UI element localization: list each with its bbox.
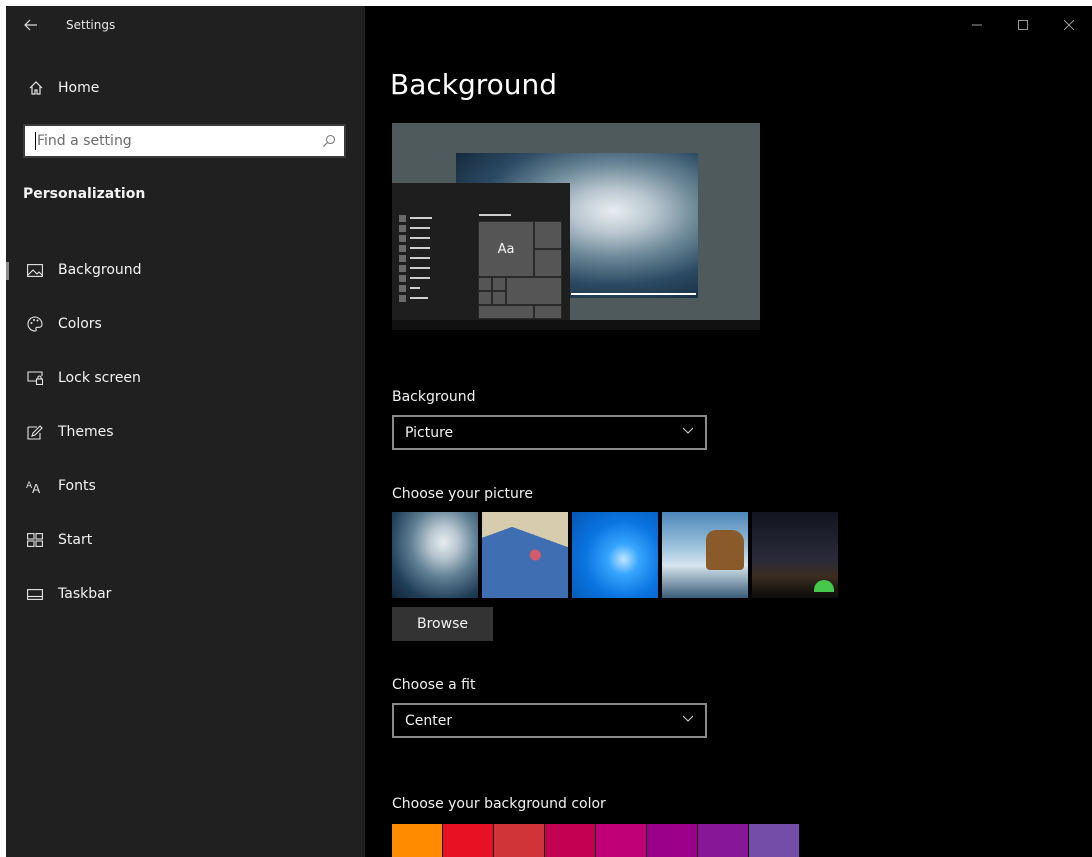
preview-tile <box>534 249 562 277</box>
fonts-icon: AA <box>26 477 44 495</box>
preview-start-menu: Aa <box>392 183 570 330</box>
search-icon[interactable] <box>322 134 336 148</box>
svg-text:A: A <box>32 482 41 493</box>
close-icon <box>1064 20 1074 30</box>
back-arrow-icon <box>24 19 37 31</box>
color-swatch[interactable] <box>698 824 748 857</box>
color-swatch[interactable] <box>443 824 493 857</box>
palette-icon <box>26 315 44 333</box>
home-label: Home <box>58 80 100 96</box>
picture-icon <box>26 261 44 279</box>
color-swatch[interactable] <box>545 824 595 857</box>
themes-icon <box>26 423 44 441</box>
picture-thumbnails <box>392 512 838 598</box>
sidebar-item-label: Background <box>58 262 142 278</box>
color-swatch[interactable] <box>749 824 799 857</box>
close-button[interactable] <box>1046 6 1092 44</box>
background-dropdown[interactable]: Picture <box>392 415 707 450</box>
chevron-down-icon <box>682 715 694 722</box>
settings-window: Settings Home Personalization Background <box>6 6 1092 857</box>
background-color-label: Choose your background color <box>392 796 606 812</box>
home-nav-item[interactable]: Home <box>6 70 365 106</box>
lock-screen-icon <box>26 369 44 387</box>
color-swatch[interactable] <box>647 824 697 857</box>
sidebar-item-themes[interactable]: Themes <box>6 405 365 459</box>
picture-thumbnail-windows[interactable] <box>572 512 658 598</box>
preview-tile <box>478 277 492 291</box>
start-icon <box>26 531 44 549</box>
color-swatch[interactable] <box>392 824 442 857</box>
picture-thumbnail-map[interactable] <box>482 512 568 598</box>
window-controls <box>954 6 1092 44</box>
preview-tile <box>534 305 562 319</box>
fit-label: Choose a fit <box>392 677 476 693</box>
picture-thumbnail-night-sky[interactable] <box>752 512 838 598</box>
sidebar-item-label: Themes <box>58 424 114 440</box>
choose-picture-label: Choose your picture <box>392 486 533 502</box>
sidebar-item-lock-screen[interactable]: Lock screen <box>6 351 365 405</box>
sidebar-item-background[interactable]: Background <box>6 243 365 297</box>
taskbar-icon <box>26 585 44 603</box>
sidebar-item-start[interactable]: Start <box>6 513 365 567</box>
sidebar-item-taskbar[interactable]: Taskbar <box>6 567 365 621</box>
sidebar-item-label: Start <box>58 532 93 548</box>
minimize-icon <box>972 24 982 26</box>
maximize-icon <box>1018 20 1028 30</box>
sidebar-item-colors[interactable]: Colors <box>6 297 365 351</box>
section-header: Personalization <box>23 186 146 202</box>
desktop-preview: Aa <box>392 123 760 330</box>
nav-list: Background Colors Lock screen Themes A A… <box>6 243 365 621</box>
preview-tile <box>506 277 562 305</box>
search-input[interactable] <box>36 133 306 149</box>
sidebar-item-label: Lock screen <box>58 370 141 386</box>
preview-tile-aa: Aa <box>478 221 534 277</box>
back-button[interactable] <box>6 6 56 44</box>
picture-thumbnail-earth[interactable] <box>392 512 478 598</box>
fit-dropdown-value: Center <box>405 712 453 729</box>
background-dropdown-value: Picture <box>405 424 454 441</box>
preview-bar <box>479 214 511 216</box>
maximize-button[interactable] <box>1000 6 1046 44</box>
page-title: Background <box>390 68 558 101</box>
sidebar-item-label: Fonts <box>58 478 96 494</box>
sidebar-item-fonts[interactable]: AA Fonts <box>6 459 365 513</box>
picture-thumbnail-beach[interactable] <box>662 512 748 598</box>
sidebar-item-label: Taskbar <box>58 586 112 602</box>
preview-tile <box>478 305 534 319</box>
preview-tile <box>478 291 492 305</box>
preview-tile <box>492 291 506 305</box>
sidebar-item-label: Colors <box>58 316 102 332</box>
color-swatch[interactable] <box>596 824 646 857</box>
sidebar: Settings Home Personalization Background <box>6 6 365 857</box>
color-swatches <box>392 824 799 857</box>
minimize-button[interactable] <box>954 6 1000 44</box>
preview-tile <box>492 277 506 291</box>
fit-dropdown[interactable]: Center <box>392 703 707 738</box>
app-title: Settings <box>66 18 116 32</box>
color-swatch[interactable] <box>494 824 544 857</box>
home-icon <box>29 81 43 95</box>
browse-button[interactable]: Browse <box>392 607 493 641</box>
preview-tile <box>534 221 562 249</box>
search-box[interactable] <box>23 124 346 158</box>
titlebar: Settings <box>6 6 365 44</box>
chevron-down-icon <box>682 427 694 434</box>
preview-taskbar <box>392 320 760 330</box>
preview-app-list <box>399 213 433 303</box>
background-label: Background <box>392 389 476 405</box>
